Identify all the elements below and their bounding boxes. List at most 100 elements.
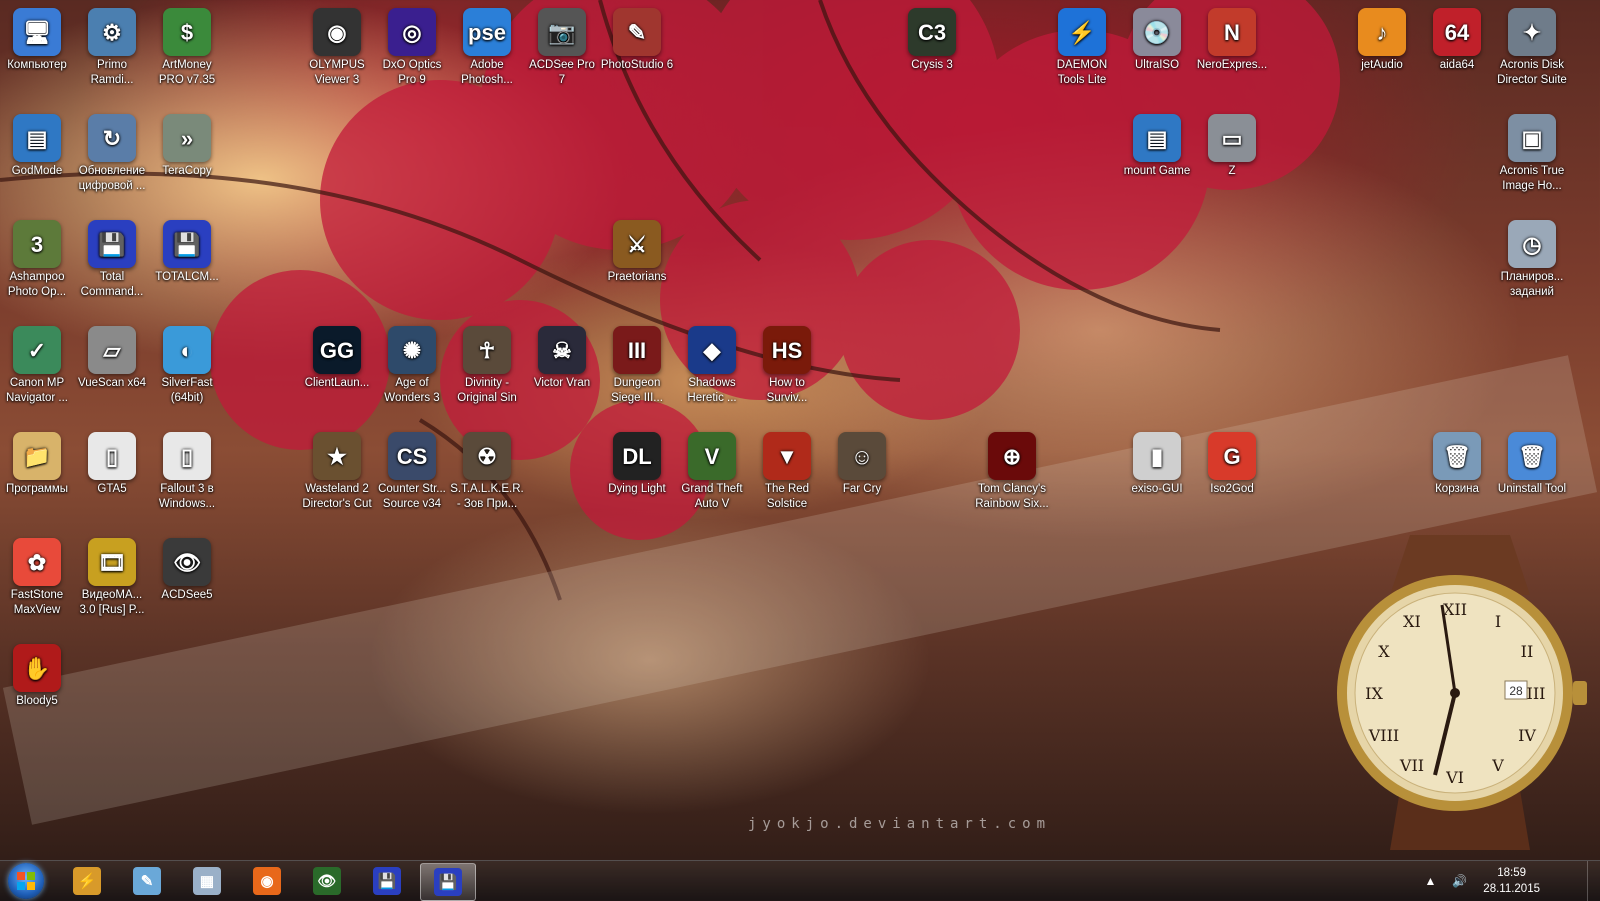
acdsee-icon: 👁	[313, 867, 341, 895]
total-commander-taskbar-button[interactable]: 💾	[360, 863, 414, 899]
desktop-icon[interactable]: ▭ Z	[1195, 114, 1269, 179]
desktop-icon[interactable]: 🖥 Компьютер	[0, 8, 74, 73]
desktop-icon[interactable]: G Iso2God	[1195, 432, 1269, 497]
desktop-icon[interactable]: ☺ Far Cry	[825, 432, 899, 497]
app-icon: III	[613, 326, 661, 374]
taskbar-clock[interactable]: 18:59 28.11.2015	[1483, 865, 1540, 897]
app-icon: ⚙	[88, 8, 136, 56]
desktop-icon[interactable]: ◉ OLYMPUS Viewer 3	[300, 8, 374, 88]
desktop-icon[interactable]: » TeraCopy	[150, 114, 224, 179]
volume-icon[interactable]: 🔊	[1452, 874, 1467, 888]
desktop-icon[interactable]: ▯ GTA5	[75, 432, 149, 497]
desktop-icon[interactable]: 📁 Программы	[0, 432, 74, 497]
notepad-taskbar-button[interactable]: ✎	[120, 863, 174, 899]
app-icon: CS	[388, 432, 436, 480]
desktop-icon[interactable]: ✋ Bloody5	[0, 644, 74, 709]
app-icon: ✺	[388, 326, 436, 374]
desktop-icon[interactable]: CS Counter Str... Source v34	[375, 432, 449, 512]
desktop-icon[interactable]: C3 Crysis 3	[895, 8, 969, 73]
desktop-icon[interactable]: 64 aida64	[1420, 8, 1494, 73]
desktop-icon[interactable]: ⚙ Primo Ramdi...	[75, 8, 149, 88]
desktop-icon[interactable]: 💿 UltraISO	[1120, 8, 1194, 73]
desktop-icon[interactable]: 🗑 Uninstall Tool	[1495, 432, 1569, 497]
desktop-icon[interactable]: ▯ Fallout 3 в Windows...	[150, 432, 224, 512]
app-icon: ☺	[838, 432, 886, 480]
desktop-icon[interactable]: ★ Wasteland 2 Director's Cut	[300, 432, 374, 512]
desktop-icon-label: Total Command...	[80, 271, 144, 298]
desktop-icon[interactable]: ⊕ Tom Clancy's Rainbow Six...	[975, 432, 1049, 512]
desktop-icon[interactable]: ↻ Обновление цифровой ...	[75, 114, 149, 194]
app-icon: ◆	[688, 326, 736, 374]
notepad-icon: ✎	[133, 867, 161, 895]
desktop-icon[interactable]: ▱ VueScan x64	[75, 326, 149, 391]
desktop-icon-label: How to Surviv...	[766, 377, 808, 404]
app-icon: ▯	[163, 432, 211, 480]
desktop-icon[interactable]: ☥ Divinity - Original Sin	[450, 326, 524, 406]
desktop-icon[interactable]: ✓ Canon MP Navigator ...	[0, 326, 74, 406]
desktop-icon[interactable]: ☢ S.T.A.L.K.E.R. - Зов При...	[450, 432, 524, 512]
desktop-icon[interactable]: ♪ jetAudio	[1345, 8, 1419, 73]
desktop-icon[interactable]: $ ArtMoney PRO v7.35	[150, 8, 224, 88]
desktop-icon-label: GodMode	[11, 165, 63, 177]
desktop-icon[interactable]: ◷ Планиров... заданий	[1495, 220, 1569, 300]
clock-gadget[interactable]: XII VI IX III I II IV V VII VIII X XI 28	[1330, 535, 1590, 850]
app-icon: ⚡	[1058, 8, 1106, 56]
desktop-icon[interactable]: 💾 Total Command...	[75, 220, 149, 300]
tray-overflow-arrow-icon[interactable]: ▲	[1424, 874, 1436, 888]
desktop-icon-label: Wasteland 2 Director's Cut	[302, 483, 372, 510]
desktop-icon[interactable]: 👁 ACDSee5	[150, 538, 224, 603]
desktop-icon[interactable]: ⚡ DAEMON Tools Lite	[1045, 8, 1119, 88]
desktop-icon[interactable]: III Dungeon Siege III...	[600, 326, 674, 406]
desktop-icon[interactable]: GG ClientLaun...	[300, 326, 374, 391]
firefox-taskbar-button[interactable]: ◉	[240, 863, 294, 899]
desktop-icon-label: Dungeon Siege III...	[611, 377, 663, 404]
desktop-icon[interactable]: DL Dying Light	[600, 432, 674, 497]
desktop-icon[interactable]: 🎞 ВидеоМА... 3.0 [Rus] P...	[75, 538, 149, 618]
show-desktop-button[interactable]	[1587, 861, 1600, 901]
desktop-icon[interactable]: ◐ SilverFast (64bit)	[150, 326, 224, 406]
desktop-icon[interactable]: ▣ Acronis True Image Ho...	[1495, 114, 1569, 194]
desktop-icon-label: ClientLaun...	[304, 377, 370, 389]
start-button[interactable]	[8, 863, 44, 899]
clock-date-window: 28	[1509, 684, 1523, 698]
acdsee-taskbar-button[interactable]: 👁	[300, 863, 354, 899]
desktop-icon[interactable]: ⚔ Praetorians	[600, 220, 674, 285]
desktop-icon[interactable]: ✿ FastStone MaxView	[0, 538, 74, 618]
desktop-icon[interactable]: N NeroExpres...	[1195, 8, 1269, 73]
app-icon: ☠	[538, 326, 586, 374]
app-icon: ✦	[1508, 8, 1556, 56]
desktop-icon[interactable]: 3 Ashampoo Photo Op...	[0, 220, 74, 300]
desktop-icon-label: DAEMON Tools Lite	[1056, 59, 1108, 86]
app-icon: C3	[908, 8, 956, 56]
app-icon: 3	[13, 220, 61, 268]
winamp-taskbar-button[interactable]: ⚡	[60, 863, 114, 899]
desktop-icon-label: Обновление цифровой ...	[78, 165, 146, 192]
desktop-icon[interactable]: 💾 TOTALCM...	[150, 220, 224, 285]
calculator-taskbar-button[interactable]: ▦	[180, 863, 234, 899]
desktop-icon[interactable]: ◆ Shadows Heretic ...	[675, 326, 749, 406]
app-icon: $	[163, 8, 211, 56]
system-tray: ▲ 🔊 18:59 28.11.2015	[1424, 861, 1540, 901]
desktop-icon-label: Tom Clancy's Rainbow Six...	[975, 483, 1049, 510]
app-icon: 🖥	[13, 8, 61, 56]
desktop-icon[interactable]: pse Adobe Photosh...	[450, 8, 524, 88]
desktop-icon[interactable]: ◎ DxO Optics Pro 9	[375, 8, 449, 88]
desktop-icon[interactable]: ✎ PhotoStudio 6	[600, 8, 674, 73]
desktop-icon[interactable]: 🗑 Корзина	[1420, 432, 1494, 497]
desktop-icon[interactable]: ✦ Acronis Disk Director Suite	[1495, 8, 1569, 88]
desktop-icon-label: Divinity - Original Sin	[457, 377, 517, 404]
desktop-icon[interactable]: ▤ GodMode	[0, 114, 74, 179]
app-icon: 64	[1433, 8, 1481, 56]
desktop-icon[interactable]: ✺ Age of Wonders 3	[375, 326, 449, 406]
desktop-icon-label: Far Cry	[842, 483, 882, 495]
app-icon: 👁	[163, 538, 211, 586]
desktop-icon[interactable]: ▤ mount Game	[1120, 114, 1194, 179]
svg-text:I: I	[1495, 612, 1501, 631]
desktop-icon[interactable]: ▼ The Red Solstice	[750, 432, 824, 512]
desktop-icon[interactable]: ▮ exiso-GUI	[1120, 432, 1194, 497]
desktop-icon[interactable]: ☠ Victor Vran	[525, 326, 599, 391]
desktop-icon[interactable]: HS How to Surviv...	[750, 326, 824, 406]
desktop-icon[interactable]: 📷 ACDSee Pro 7	[525, 8, 599, 88]
total-commander-active-taskbar-button[interactable]: 💾	[420, 863, 476, 901]
desktop-icon[interactable]: V Grand Theft Auto V	[675, 432, 749, 512]
